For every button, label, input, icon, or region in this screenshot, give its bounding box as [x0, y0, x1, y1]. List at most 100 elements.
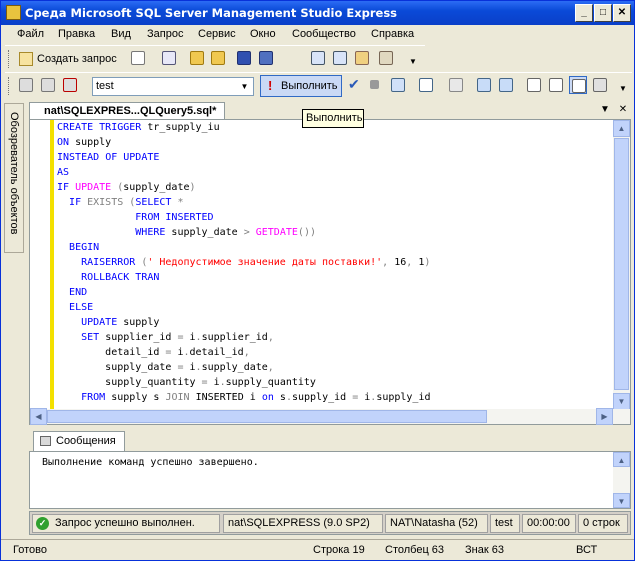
open-project-button[interactable] — [209, 49, 227, 67]
code-line: INSTEAD OF UPDATE — [57, 152, 160, 163]
status-bar: Готово Строка 19 Столбец 63 Знак 63 ВСТ — [1, 539, 634, 560]
editor-vertical-scrollbar[interactable]: ▲ ▼ — [613, 120, 630, 410]
toolbar-overflow-button[interactable]: ▼ — [403, 49, 421, 67]
scroll-left-icon[interactable]: ◀ — [30, 408, 47, 425]
query-document-tab[interactable]: nat\SQLEXPRES...QLQuery5.sql* — [29, 102, 225, 120]
properties-icon — [379, 51, 393, 65]
save-all-button[interactable] — [257, 49, 275, 67]
project-icon — [162, 51, 176, 65]
code-line: IF UPDATE (supply_date) — [57, 182, 196, 193]
query-designer-button[interactable] — [417, 76, 435, 94]
elapsed-cell: 00:00:00 — [522, 514, 576, 533]
login-name: NAT\Natasha (52) — [390, 517, 478, 529]
messages-vertical-scrollbar[interactable]: ▲ ▼ — [613, 452, 630, 508]
change-connection-button[interactable] — [39, 76, 57, 94]
scroll-up-icon[interactable]: ▲ — [613, 120, 630, 137]
template-icon — [355, 51, 369, 65]
messages-pane[interactable]: Выполнение команд успешно завершено. ▲ ▼ — [29, 451, 631, 509]
object-explorer-tab[interactable]: Обозреватель объектов — [4, 103, 24, 253]
status-ready: Готово — [13, 544, 47, 556]
vertical-scroll-thumb[interactable] — [614, 138, 629, 390]
scroll-down-icon[interactable]: ▼ — [613, 493, 630, 508]
code-line: SET supplier_id = i.supplier_id, — [81, 332, 274, 343]
menu-edit[interactable]: Правка — [58, 28, 95, 40]
display-plan-button[interactable] — [389, 76, 407, 94]
new-project-button[interactable] — [160, 49, 178, 67]
database-select-value: test — [96, 80, 114, 92]
messages-tab[interactable]: Сообщения — [33, 431, 125, 451]
database-name: test — [495, 517, 513, 529]
code-line: ON supply — [57, 137, 112, 148]
client-stats-button[interactable] — [497, 76, 515, 94]
results-to-file-button[interactable] — [569, 76, 587, 94]
designer-icon — [419, 78, 433, 92]
specify-values-button[interactable] — [447, 76, 465, 94]
save-all-icon — [259, 51, 273, 65]
open-file-button[interactable] — [188, 49, 206, 67]
results-to-grid-button[interactable] — [547, 76, 565, 94]
object-explorer-button[interactable] — [331, 49, 349, 67]
editor-horizontal-scrollbar[interactable]: ◀ ▶ — [30, 408, 630, 425]
code-line: FROM supply s JOIN INSERTED i on s.suppl… — [81, 392, 431, 403]
connect-button[interactable] — [17, 76, 35, 94]
code-line: detail_id = i.detail_id, — [105, 347, 250, 358]
menu-query[interactable]: Запрос — [147, 28, 183, 40]
toolbar-grip-2[interactable] — [8, 77, 11, 95]
code-line: IF EXISTS (SELECT * — [69, 197, 184, 208]
server-cell: nat\SQLEXPRESS (9.0 SP2) — [223, 514, 383, 533]
menu-file[interactable]: Файл — [17, 28, 44, 40]
execute-button[interactable]: ! Выполнить — [260, 75, 342, 97]
window-title: Среда Microsoft SQL Server Management St… — [25, 6, 398, 20]
parse-button[interactable]: ✔ — [345, 76, 363, 94]
scroll-down-icon[interactable]: ▼ — [613, 393, 630, 410]
scroll-up-icon[interactable]: ▲ — [613, 452, 630, 467]
horizontal-scroll-thumb[interactable] — [47, 410, 487, 423]
menu-view[interactable]: Вид — [111, 28, 131, 40]
stats-icon — [499, 78, 513, 92]
toolbar-grip[interactable] — [8, 50, 11, 68]
menu-community[interactable]: Сообщество — [292, 28, 356, 40]
code-line: RAISERROR (' Недопустимое значение даты … — [81, 257, 431, 268]
new-query-button[interactable]: Создать запрос — [19, 50, 117, 68]
disconnect-button[interactable] — [61, 76, 79, 94]
query-status-bar: ✓ Запрос успешно выполнен. nat\SQLEXPRES… — [29, 511, 631, 535]
database-select[interactable]: test ▼ — [92, 77, 254, 96]
elapsed-time: 00:00:00 — [527, 517, 570, 529]
menu-tools[interactable]: Сервис — [198, 28, 236, 40]
save-icon — [237, 51, 251, 65]
menu-help[interactable]: Справка — [371, 28, 414, 40]
minimize-button[interactable]: _ — [575, 4, 593, 22]
template-explorer-button[interactable] — [353, 49, 371, 67]
code-line: UPDATE supply — [81, 317, 160, 328]
menu-window[interactable]: Окно — [250, 28, 276, 40]
comment-button[interactable] — [591, 76, 609, 94]
cancel-query-button[interactable] — [366, 76, 384, 94]
object-explorer-label: Обозреватель объектов — [8, 112, 20, 235]
query-editor[interactable]: CREATE TRIGGER tr_supply_iu ON supply INST… — [29, 119, 631, 425]
save-button[interactable] — [235, 49, 253, 67]
text-icon — [527, 78, 541, 92]
include-plan-button[interactable] — [475, 76, 493, 94]
changed-lines-marker — [50, 120, 54, 410]
result-message: Выполнение команд успешно завершено. — [42, 457, 259, 468]
new-file-button[interactable] — [129, 49, 147, 67]
close-document-button[interactable]: ✕ — [617, 104, 629, 116]
file-results-icon — [572, 79, 586, 93]
results-to-text-button[interactable] — [525, 76, 543, 94]
success-check-icon: ✓ — [36, 517, 49, 530]
scroll-right-icon[interactable]: ▶ — [596, 408, 613, 425]
new-query-label: Создать запрос — [37, 53, 117, 65]
registered-servers-button[interactable] — [309, 49, 327, 67]
maximize-button[interactable]: □ — [594, 4, 612, 22]
code-line: ROLLBACK TRAN — [81, 272, 160, 283]
query-toolbar: test ▼ ! Выполнить ✔ ▼ — [5, 72, 632, 98]
toolbar-overflow-button-2[interactable]: ▼ — [613, 76, 631, 94]
row-count: 0 строк — [583, 517, 620, 529]
comment-icon — [593, 78, 607, 92]
code-area[interactable]: CREATE TRIGGER tr_supply_iu ON supply INST… — [57, 120, 619, 410]
properties-button[interactable] — [377, 49, 395, 67]
ssms-window: Среда Microsoft SQL Server Management St… — [0, 0, 635, 561]
tab-list-dropdown[interactable]: ▼ — [599, 104, 611, 116]
chevron-down-icon: ▼ — [619, 84, 627, 93]
close-button[interactable]: ✕ — [613, 4, 631, 22]
